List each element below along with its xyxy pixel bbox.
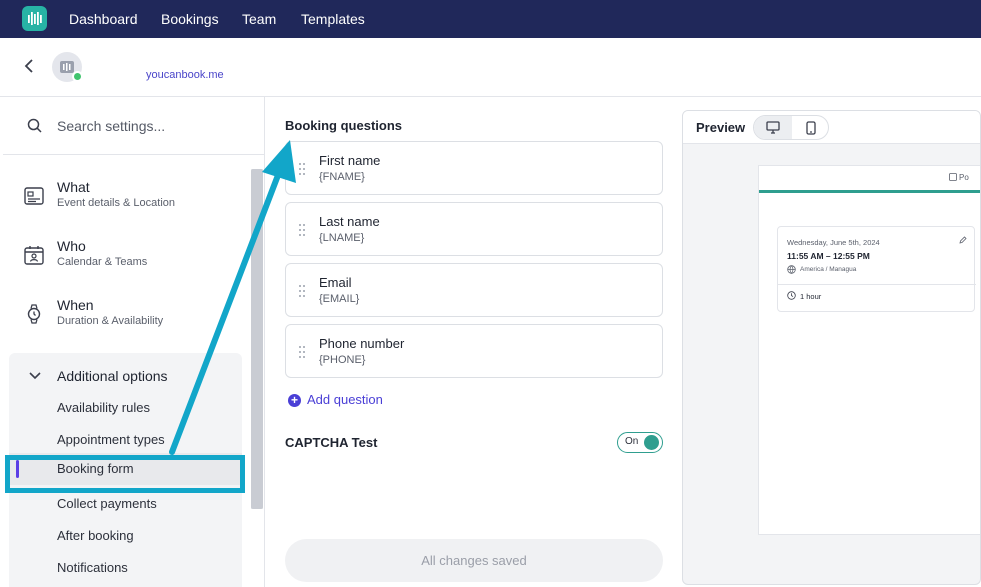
preview-duration: 1 hour [800, 292, 822, 301]
sidebar-item-notifications[interactable]: Notifications [57, 560, 128, 575]
nav-bookings[interactable]: Bookings [161, 11, 219, 27]
sidebar-item-who[interactable]: Who Calendar & Teams [3, 232, 248, 284]
sidebar-item-after-booking[interactable]: After booking [57, 528, 134, 543]
save-status-button[interactable]: All changes saved [285, 539, 663, 582]
top-navigation: Dashboard Bookings Team Templates [0, 0, 981, 38]
search-row [3, 97, 264, 155]
monitor-icon [766, 121, 780, 134]
toggle-state-label: On [625, 436, 639, 447]
sidebar-item-title: Who [57, 238, 86, 254]
page-header: youcanbook.me [0, 38, 981, 97]
captcha-toggle[interactable]: On [617, 432, 663, 453]
calendar-small-icon [949, 173, 957, 181]
brand-link[interactable]: youcanbook.me [146, 69, 224, 81]
sidebar-item-title: When [57, 297, 94, 313]
sidebar-item-availability-rules[interactable]: Availability rules [57, 400, 150, 415]
nav-templates[interactable]: Templates [301, 11, 365, 27]
sidebar-item-subtitle: Calendar & Teams [57, 256, 148, 268]
chevron-down-icon [29, 372, 41, 380]
sidebar-item-subtitle: Event details & Location [57, 197, 176, 209]
drag-handle-icon[interactable] [298, 162, 306, 176]
globe-icon [787, 265, 796, 274]
question-variable: {FNAME} [319, 171, 365, 183]
scrollbar-thumb[interactable] [251, 169, 263, 509]
drag-handle-icon[interactable] [298, 345, 306, 359]
question-variable: {EMAIL} [319, 293, 360, 305]
question-variable: {LNAME} [319, 232, 365, 244]
plus-circle-icon: + [288, 394, 301, 407]
annotation-highlight-box [5, 455, 245, 493]
question-variable: {PHONE} [319, 354, 366, 366]
preview-date: Wednesday, June 5th, 2024 [787, 238, 880, 247]
mobile-view-button[interactable] [792, 116, 830, 139]
sidebar-item-title: What [57, 179, 90, 195]
id-card-icon [24, 187, 44, 205]
additional-options-toggle[interactable]: Additional options [9, 365, 242, 387]
back-button[interactable] [22, 58, 38, 74]
sidebar-item-collect-payments[interactable]: Collect payments [57, 496, 157, 511]
search-icon [27, 118, 42, 133]
settings-sidebar: What Event details & Location Who Calend… [3, 97, 265, 587]
clock-icon [787, 291, 796, 300]
search-input[interactable] [57, 115, 247, 137]
question-card-phone-number[interactable]: Phone number {PHONE} [285, 324, 663, 378]
preview-booking-page: Po Wednesday, June 5th, 2024 11:55 AM – … [758, 165, 980, 535]
app-logo-icon[interactable] [22, 6, 47, 31]
phone-icon [806, 120, 816, 135]
question-card-first-name[interactable]: First name {FNAME} [285, 141, 663, 195]
nav-team[interactable]: Team [242, 11, 276, 27]
question-label: Last name [319, 214, 380, 229]
sidebar-item-subtitle: Duration & Availability [57, 315, 164, 327]
desktop-view-button[interactable] [754, 116, 792, 139]
booking-questions-title: Booking questions [285, 118, 402, 133]
preview-timezone: America / Managua [800, 266, 857, 273]
toggle-knob [644, 435, 659, 450]
calendar-person-icon [24, 246, 44, 265]
question-label: First name [319, 153, 381, 168]
preview-accent-line [759, 190, 980, 193]
preview-time: 11:55 AM – 12:55 PM [787, 251, 870, 261]
drag-handle-icon[interactable] [298, 223, 306, 237]
preview-title: Preview [696, 120, 746, 135]
preview-panel: Preview Po Wednesday, June 5th, 2024 11:… [682, 110, 981, 585]
watch-icon [27, 304, 41, 324]
sidebar-scrollbar[interactable] [251, 169, 263, 509]
device-toggle [753, 115, 829, 140]
pencil-icon[interactable] [959, 236, 967, 244]
nav-dashboard[interactable]: Dashboard [69, 11, 138, 27]
preview-card-divider [778, 284, 976, 285]
preview-booking-card: Wednesday, June 5th, 2024 11:55 AM – 12:… [777, 226, 976, 312]
preview-tag: Po [959, 173, 969, 182]
preview-header: Preview [683, 111, 980, 144]
chevron-left-icon [24, 59, 33, 73]
question-card-email[interactable]: Email {EMAIL} [285, 263, 663, 317]
additional-options-title: Additional options [57, 368, 168, 384]
sidebar-item-when[interactable]: When Duration & Availability [3, 291, 248, 343]
add-question-label: Add question [307, 392, 383, 407]
online-status-dot [72, 71, 83, 82]
drag-handle-icon[interactable] [298, 284, 306, 298]
question-label: Phone number [319, 336, 405, 351]
question-label: Email [319, 275, 352, 290]
sidebar-item-appointment-types[interactable]: Appointment types [57, 432, 165, 447]
booking-form-panel: Booking questions First name {FNAME} Las… [266, 97, 681, 587]
question-card-last-name[interactable]: Last name {LNAME} [285, 202, 663, 256]
captcha-label: CAPTCHA Test [285, 435, 378, 450]
sidebar-item-what[interactable]: What Event details & Location [3, 173, 248, 225]
